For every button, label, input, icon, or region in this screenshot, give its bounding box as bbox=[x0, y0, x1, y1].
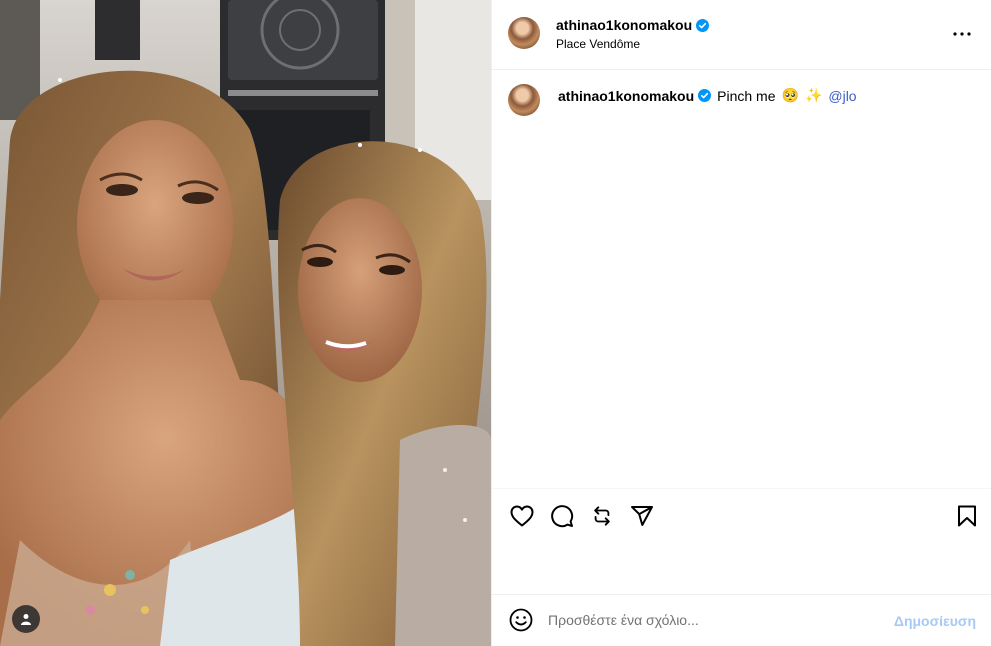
more-options-button[interactable] bbox=[950, 24, 974, 44]
heart-icon bbox=[510, 505, 534, 527]
share-button[interactable] bbox=[629, 503, 655, 529]
caption-emojis: 🥺 ✨ bbox=[782, 87, 823, 104]
author-username[interactable]: athinao1konomakou bbox=[556, 17, 710, 33]
post-comment-button[interactable]: Δημοσίευση bbox=[894, 613, 976, 629]
post-location[interactable]: Place Vendôme bbox=[556, 37, 640, 51]
caption-mention-link[interactable]: @jlo bbox=[828, 88, 856, 104]
sparkles-emoji: ✨ bbox=[804, 87, 823, 103]
paper-plane-icon bbox=[631, 506, 653, 526]
user-tag-icon bbox=[21, 614, 31, 625]
post-side-panel: athinao1konomakou Place Vendôme athinao1… bbox=[491, 0, 991, 646]
emoji-picker-button[interactable] bbox=[509, 608, 533, 632]
caption-username-text: athinao1konomakou bbox=[558, 87, 695, 104]
pleading-face-emoji: 🥺 bbox=[781, 87, 799, 103]
caption-avatar[interactable] bbox=[508, 84, 540, 116]
smiley-icon bbox=[509, 608, 533, 632]
tag-user-button[interactable] bbox=[12, 605, 40, 633]
post-photo[interactable] bbox=[0, 0, 491, 646]
repost-button[interactable] bbox=[589, 503, 615, 529]
comment-input[interactable] bbox=[548, 609, 878, 631]
photo-illustration bbox=[0, 0, 491, 646]
author-avatar[interactable] bbox=[508, 17, 540, 49]
caption-text: Pinch me bbox=[717, 87, 776, 104]
more-horizontal-icon bbox=[953, 32, 971, 36]
comment-button[interactable] bbox=[549, 503, 575, 529]
bookmark-icon bbox=[958, 505, 976, 527]
verified-badge-icon bbox=[696, 18, 710, 32]
post-actions-bar bbox=[492, 488, 991, 544]
save-button[interactable] bbox=[954, 503, 980, 529]
repost-icon bbox=[594, 506, 610, 526]
verified-badge-icon bbox=[698, 89, 712, 102]
caption-username[interactable]: athinao1konomakou bbox=[558, 87, 712, 104]
post-header: athinao1konomakou Place Vendôme bbox=[492, 0, 991, 70]
caption-line: athinao1konomakou Pinch me 🥺 ✨ @jlo bbox=[558, 87, 857, 104]
comment-bubble-icon bbox=[551, 505, 574, 528]
comment-composer: Δημοσίευση bbox=[492, 594, 991, 646]
like-button[interactable] bbox=[509, 503, 535, 529]
author-username-text: athinao1konomakou bbox=[556, 17, 693, 33]
